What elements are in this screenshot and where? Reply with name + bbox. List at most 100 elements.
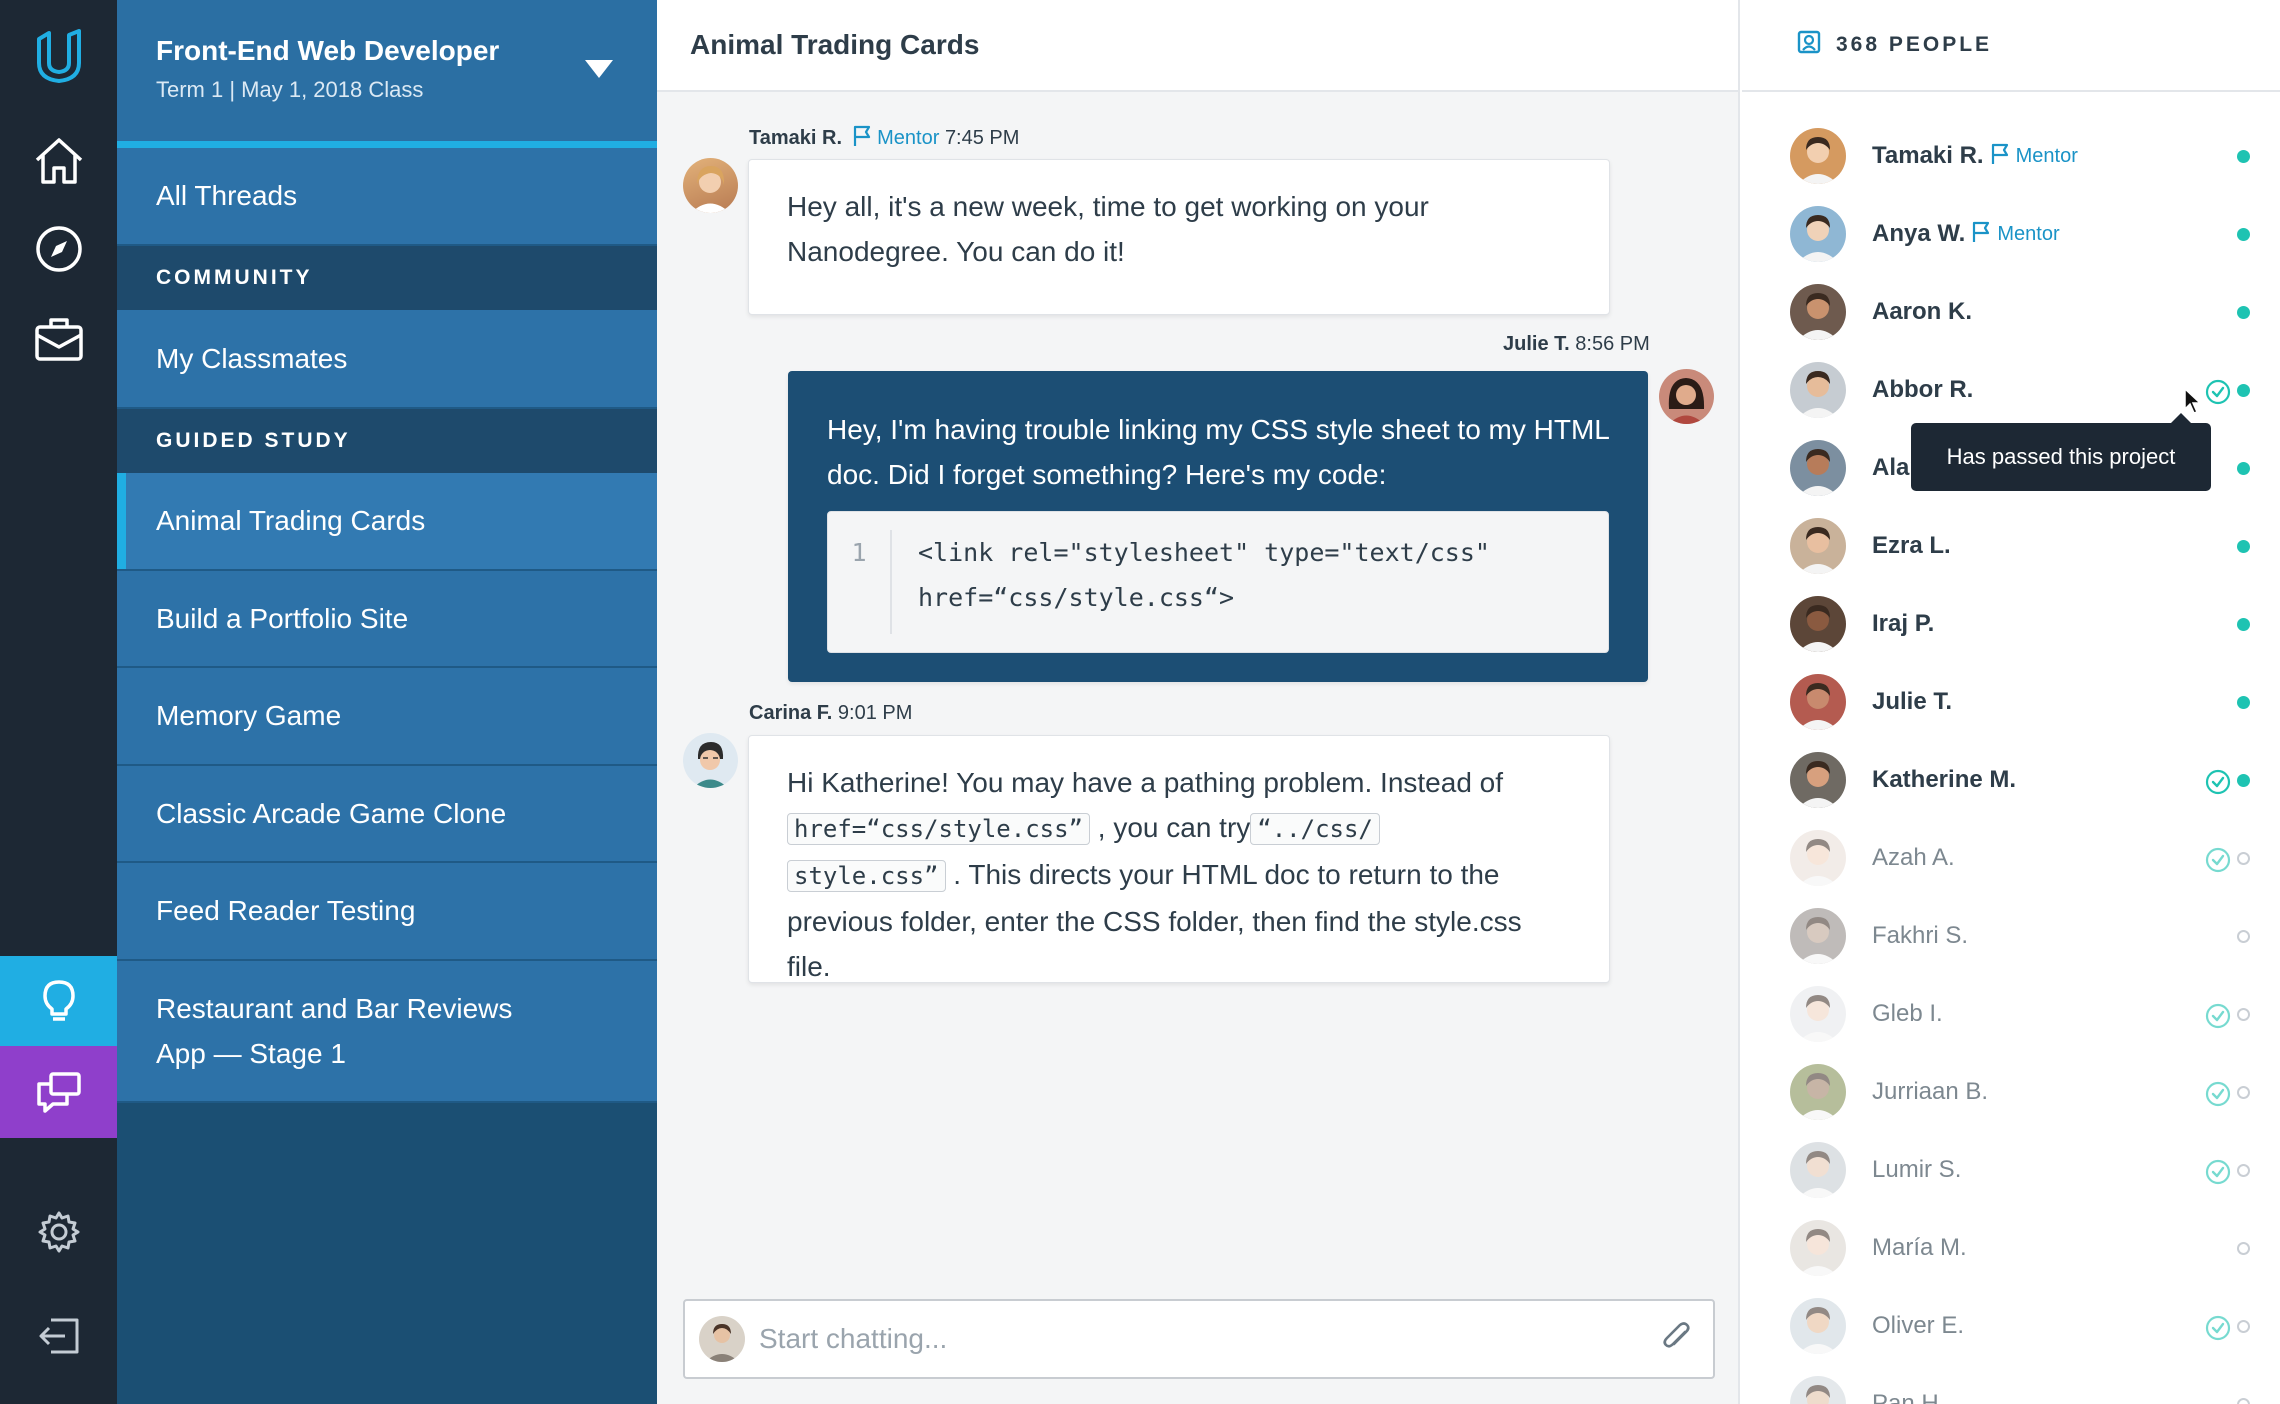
online-status-dot [2237,696,2250,709]
person-name: Abbor R. [1872,376,1974,403]
project-item-animal-trading-cards[interactable]: Animal Trading Cards [117,473,657,571]
person-icon [1796,29,1822,61]
message-bubble: Hi Katherine! You may have a pathing pro… [748,735,1610,983]
avatar [1790,440,1846,496]
person-row[interactable]: Fakhri S. [1790,906,2250,966]
message-meta: Tamaki R. Mentor 7:45 PM [749,125,1019,153]
person-row[interactable]: Ezra L. [1790,516,2250,576]
passed-check-icon[interactable] [2204,378,2232,411]
message-text-line: style.css” . This directs your HTML doc … [787,852,1571,899]
online-status-dot [2237,540,2250,553]
offline-status-dot [2237,1398,2250,1404]
briefcase-icon[interactable] [0,308,117,370]
mentor-badge: Mentor [877,127,940,149]
section-header-guided-study: GUIDED STUDY [117,409,657,473]
mentor-badge: Mentor [1997,222,2060,245]
caret-down-icon[interactable] [585,60,613,78]
sidebar-item-my-classmates[interactable]: My Classmates [117,310,657,409]
sidebar-item-all-threads[interactable]: All Threads [117,148,657,246]
person-row[interactable]: Gleb I. [1790,984,2250,1044]
message-text: Hey, I'm having trouble linking my CSS s… [827,414,1609,490]
offline-status-dot [2237,1008,2250,1021]
avatar [1790,518,1846,574]
project-item-memory-game[interactable]: Memory Game [117,668,657,766]
compass-icon[interactable] [0,218,117,280]
message-author: Tamaki R. [749,127,842,149]
gear-icon[interactable] [0,1204,117,1260]
person-name: Tamaki R. [1872,142,1984,169]
chat-icon[interactable] [0,1046,117,1138]
section-header-community: COMMUNITY [117,246,657,310]
offline-status-dot [2237,1164,2250,1177]
person-row[interactable]: Lumir S. [1790,1140,2250,1200]
message-time: 7:45 PM [944,127,1020,149]
passed-check-icon[interactable] [2204,768,2232,801]
flag-icon [1971,221,1991,248]
avatar [1790,596,1846,652]
inline-code: style.css” [787,860,946,892]
passed-check-icon[interactable] [2204,1158,2232,1191]
project-item-label: Classic Arcade Game Clone [156,797,507,829]
online-status-dot [2237,306,2250,319]
project-item-build-portfolio[interactable]: Build a Portfolio Site [117,571,657,668]
inline-code: “../css/ [1250,813,1380,845]
chat-input-placeholder[interactable]: Start chatting... [759,1323,1661,1355]
avatar [1790,206,1846,262]
person-row[interactable]: Pan H. [1790,1374,2250,1404]
avatar [1790,362,1846,418]
person-row[interactable]: Tamaki R. Mentor [1790,126,2250,186]
project-item-arcade-game[interactable]: Classic Arcade Game Clone [117,766,657,863]
person-name: Jurriaan B. [1872,1078,1989,1105]
project-item-feed-reader[interactable]: Feed Reader Testing [117,863,657,961]
avatar [1790,1220,1846,1276]
person-name: Iraj P. [1872,610,1935,637]
home-icon[interactable] [0,130,117,192]
person-name: Ezra L. [1872,532,1951,559]
program-subtitle: Term 1 | May 1, 2018 Class [156,77,424,102]
project-item-label: Restaurant and Bar Reviews App — Stage 1 [156,993,513,1069]
avatar [1790,1064,1846,1120]
message-meta: Carina F. 9:01 PM [749,702,912,725]
person-row[interactable]: Anya W. Mentor [1790,204,2250,264]
message-author: Julie T. [1503,333,1570,355]
avatar [1790,752,1846,808]
person-row[interactable]: María M. [1790,1218,2250,1278]
person-name: Lumir S. [1872,1156,1962,1183]
passed-check-icon[interactable] [2204,846,2232,879]
message-text: . This directs your HTML doc to return t… [953,859,1500,890]
message-time: 8:56 PM [1575,333,1650,355]
udacity-logo-icon[interactable] [0,24,117,88]
person-row[interactable]: Oliver E. [1790,1296,2250,1356]
person-name: Fakhri S. [1872,922,1969,949]
lightbulb-icon[interactable] [0,956,117,1046]
person-row[interactable]: Julie T. [1790,672,2250,732]
passed-check-icon[interactable] [2204,1080,2232,1113]
message-text: , you can try [1097,812,1251,843]
message-bubble: Hey all, it's a new week, time to get wo… [748,159,1610,315]
person-row[interactable]: Iraj P. [1790,594,2250,654]
project-item-label: Feed Reader Testing [156,895,416,926]
person-row[interactable]: Azah A. [1790,828,2250,888]
passed-check-icon[interactable] [2204,1314,2232,1347]
people-count-header: 368 PEOPLE [1742,0,2280,92]
logout-icon[interactable] [0,1308,117,1364]
message-text: Hey all, it's a new week, time to get wo… [787,191,1429,267]
person-row[interactable]: Jurriaan B. [1790,1062,2250,1122]
program-sidebar: Front-End Web Developer Term 1 | May 1, … [117,0,657,1404]
chat-title: Animal Trading Cards [657,0,1738,92]
project-item-restaurant-reviews[interactable]: Restaurant and Bar Reviews App — Stage 1 [117,961,657,1103]
person-row[interactable]: Abbor R. [1790,360,2250,420]
passed-check-icon[interactable] [2204,1002,2232,1035]
online-status-dot [2237,228,2250,241]
project-item-label: Memory Game [156,700,342,731]
flag-icon [852,125,872,153]
person-name: Katherine M. [1872,766,2017,793]
person-name: Azah A. [1872,844,1955,871]
person-row[interactable]: Aaron K. [1790,282,2250,342]
inline-code: href=“css/style.css” [787,813,1090,845]
person-row[interactable]: Katherine M. [1790,750,2250,810]
program-selector[interactable]: Front-End Web Developer Term 1 | May 1, … [117,0,657,148]
code-line: href=“css/style.css“> [918,583,1235,612]
chat-input[interactable]: Start chatting... [683,1299,1715,1379]
paperclip-icon[interactable] [1661,1320,1693,1359]
